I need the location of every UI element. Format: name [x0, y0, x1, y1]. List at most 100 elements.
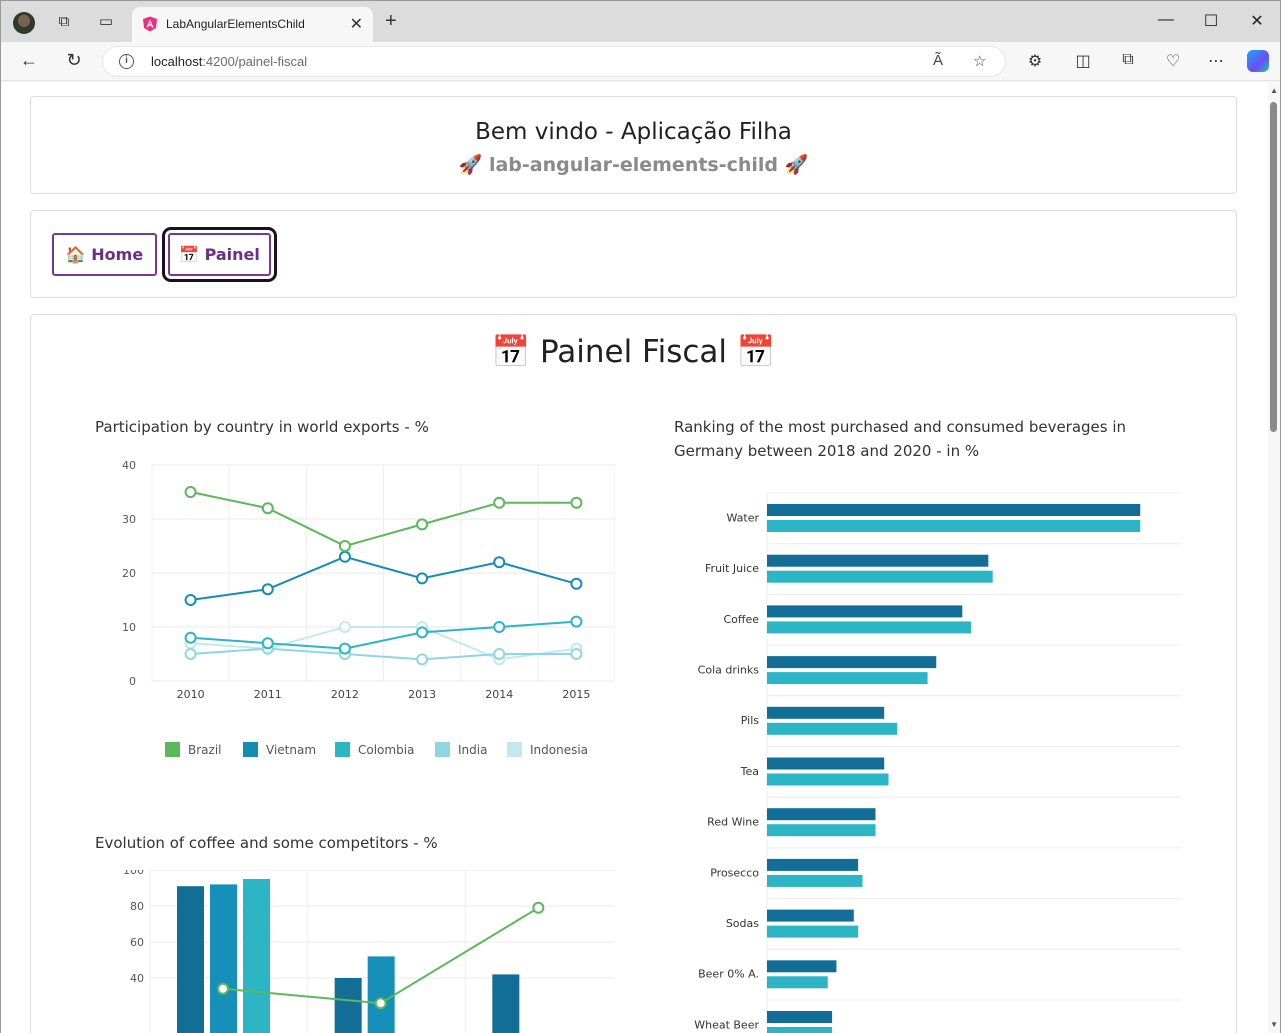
copilot-icon[interactable]: [1247, 50, 1269, 72]
coffee-bar: [492, 974, 520, 1033]
address-bar[interactable]: i localhost:4200/painel-fiscal Ã ☆: [102, 46, 1006, 77]
y-tick-label: 40: [122, 459, 136, 472]
category-label: Fruit Juice: [705, 562, 759, 575]
workspaces-icon[interactable]: ⧉: [55, 13, 73, 31]
data-point: [184, 486, 197, 498]
data-point: [184, 631, 197, 644]
coffee-bar: [334, 978, 362, 1033]
legend-swatch: [335, 742, 350, 757]
legend-swatch: [435, 742, 450, 757]
profile-avatar[interactable]: [13, 12, 35, 34]
data-point: [338, 540, 351, 552]
legend-label: India: [458, 743, 487, 757]
y-tick-label: 40: [130, 972, 144, 985]
y-tick-label: 60: [130, 936, 144, 949]
tab-close-icon[interactable]: ✕: [350, 14, 363, 34]
collections-icon[interactable]: ⧉: [1117, 51, 1139, 69]
data-point: [570, 615, 583, 628]
favorite-star-icon[interactable]: ☆: [973, 52, 986, 70]
bar-series-2: [767, 570, 993, 583]
x-tick-label: 2013: [408, 688, 436, 701]
category-label: Pils: [741, 714, 760, 727]
data-point: [570, 577, 583, 590]
active-tab[interactable]: LabAngularElementsChild ✕: [132, 7, 373, 42]
legend-swatch: [507, 742, 522, 757]
back-icon[interactable]: ←: [18, 50, 40, 71]
new-tab-icon[interactable]: +: [385, 10, 397, 33]
tab-strip: ⧉ ▭ LabAngularElementsChild ✕ + — ☐ ✕: [1, 1, 1280, 42]
legend-label: Indonesia: [530, 743, 588, 757]
painel-card: 📅 Painel Fiscal 📅 Participation by count…: [30, 314, 1237, 1033]
scroll-thumb[interactable]: [1270, 102, 1277, 432]
category-label: Cola drinks: [698, 663, 760, 676]
welcome-title: Bem vindo - Aplicação Filha: [475, 119, 792, 145]
bar-series-1: [767, 706, 885, 719]
data-point: [570, 496, 583, 509]
x-tick-label: 2014: [485, 688, 513, 701]
angular-logo-icon: [143, 16, 157, 32]
data-point: [261, 502, 274, 515]
site-info-icon[interactable]: i: [119, 54, 134, 69]
bar-series-2: [767, 773, 889, 786]
trend-point: [532, 901, 545, 914]
data-point: [338, 550, 351, 563]
read-aloud-icon[interactable]: Ã: [933, 52, 943, 69]
panel-title: 📅 Painel Fiscal 📅: [491, 334, 776, 370]
bar-series-2: [767, 1027, 833, 1033]
bar-series-1: [767, 808, 876, 821]
data-point: [493, 496, 506, 509]
beverages-bar-chart: Water Fruit Juice Coffee Cola drinks Pils Tea…: [694, 492, 1181, 1033]
address-toolbar: ← ↻ i localhost:4200/painel-fiscal Ã ☆ …: [1, 42, 1280, 81]
bar-series-1: [767, 757, 885, 770]
data-point: [493, 648, 506, 660]
data-point: [493, 556, 506, 569]
nav-card: 🏠 Home 📅 Painel: [30, 210, 1237, 298]
split-screen-icon[interactable]: ◫: [1072, 51, 1094, 71]
bar-series-1: [767, 909, 854, 922]
trend-point: [217, 982, 229, 995]
page-viewport: Bem vindo - Aplicação Filha 🚀 lab-angula…: [1, 82, 1280, 1033]
data-point: [416, 653, 429, 666]
legend-label: Colombia: [358, 743, 414, 757]
scroll-down-arrow[interactable]: ▼: [1270, 1020, 1278, 1029]
data-point: [570, 648, 583, 660]
tab-actions-icon[interactable]: ▭: [97, 13, 115, 31]
bar-series-2: [767, 824, 876, 837]
bar-series-1: [767, 858, 859, 871]
coffee-bar: [177, 886, 204, 1033]
maximize-icon[interactable]: ☐: [1201, 11, 1221, 31]
bar-series-1: [767, 1011, 833, 1023]
coffee-bar: [243, 879, 270, 1033]
coffee-bar: [210, 884, 237, 1033]
data-point: [416, 518, 429, 531]
browser-essentials-icon[interactable]: ♡: [1162, 51, 1184, 71]
beverages-chart-title: Ranking of the most purchased and consum…: [674, 418, 1127, 460]
bar-series-2: [767, 925, 859, 938]
bar-series-2: [767, 722, 898, 735]
category-label: Prosecco: [710, 866, 759, 879]
url-text[interactable]: localhost:4200/painel-fiscal: [151, 54, 307, 69]
more-menu-icon[interactable]: ⋯: [1205, 51, 1227, 71]
category-label: Beer 0% A.: [698, 968, 759, 981]
data-point: [338, 642, 351, 655]
y-tick-label: 100: [123, 870, 144, 877]
scroll-up-arrow[interactable]: ▲: [1270, 86, 1278, 95]
bar-series-2: [767, 976, 828, 989]
minimize-icon[interactable]: —: [1156, 11, 1176, 29]
nav-home-button[interactable]: 🏠 Home: [52, 233, 157, 276]
legend-label: Brazil: [188, 743, 222, 757]
nav-painel-button[interactable]: 📅 Painel: [162, 227, 277, 282]
bar-series-2: [767, 621, 971, 634]
refresh-icon[interactable]: ↻: [63, 50, 85, 71]
y-tick-label: 80: [130, 900, 144, 913]
extensions-icon[interactable]: ⚙: [1024, 51, 1046, 71]
data-point: [261, 583, 274, 596]
trend-point: [374, 997, 387, 1010]
vertical-scrollbar[interactable]: ▲ ▼: [1268, 82, 1280, 1033]
coffee-chart-title: Evolution of coffee and some competitors…: [95, 834, 438, 852]
y-tick-label: 30: [122, 513, 136, 526]
close-window-icon[interactable]: ✕: [1247, 11, 1267, 31]
data-point: [184, 648, 197, 660]
category-label: Tea: [740, 765, 759, 778]
category-label: Wheat Beer: [694, 1018, 759, 1031]
